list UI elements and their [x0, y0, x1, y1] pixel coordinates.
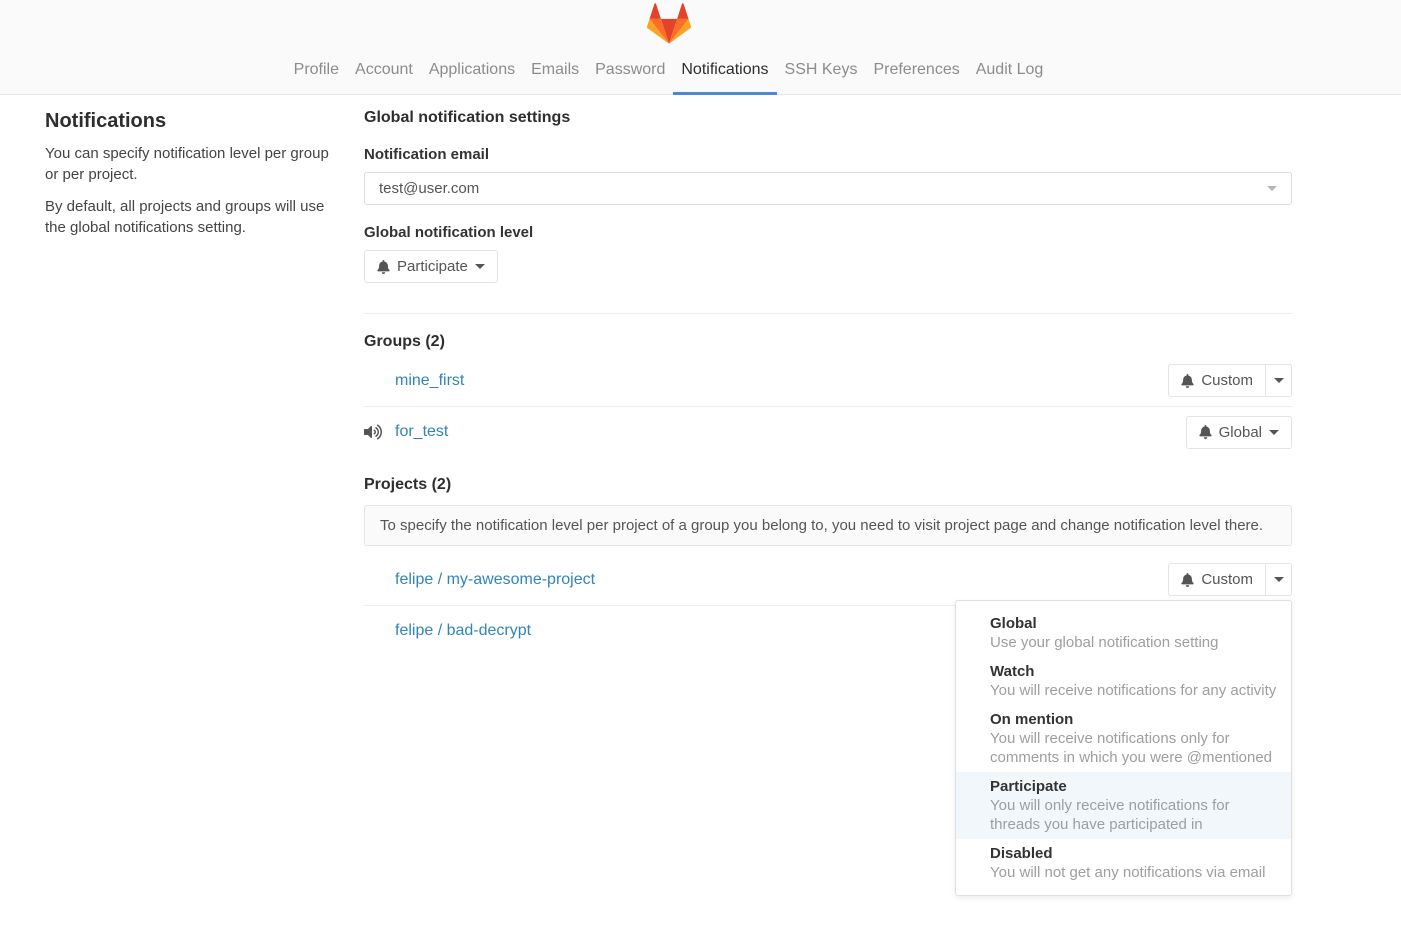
- group-mine-first-level-button[interactable]: Custom: [1168, 364, 1266, 397]
- project-my-awesome-project-level-button[interactable]: Custom: [1168, 563, 1266, 596]
- dropdown-item-disabled[interactable]: Disabled You will not get any notificati…: [956, 839, 1291, 887]
- project-my-awesome-project-level-caret-button[interactable]: [1265, 563, 1292, 596]
- bell-icon: [1199, 425, 1212, 439]
- page-title: Notifications: [45, 110, 330, 133]
- bell-icon: [1181, 374, 1194, 388]
- tab-account[interactable]: Account: [347, 48, 421, 95]
- dropdown-item-title: Participate: [990, 777, 1279, 796]
- global-notification-level-value: Participate: [397, 258, 468, 275]
- group-link-mine-first[interactable]: mine_first: [395, 372, 464, 390]
- tab-audit-log[interactable]: Audit Log: [968, 48, 1052, 95]
- project-row-my-awesome-project: felipe / my-awesome-project Custom Globa…: [364, 554, 1292, 605]
- chevron-down-icon: [1267, 186, 1277, 191]
- sidebar-description-1: You can specify notification level per g…: [45, 143, 330, 185]
- tab-emails[interactable]: Emails: [523, 48, 587, 95]
- tab-applications[interactable]: Applications: [421, 48, 523, 95]
- group-mine-first-level-caret-button[interactable]: [1265, 364, 1292, 397]
- projects-notice: To specify the notification level per pr…: [364, 505, 1292, 546]
- gitlab-logo-icon[interactable]: [647, 3, 691, 44]
- notification-level-label: Global notification level: [364, 224, 1292, 241]
- tab-preferences[interactable]: Preferences: [865, 48, 967, 95]
- dropdown-item-global[interactable]: Global Use your global notification sett…: [956, 609, 1291, 657]
- group-for-test-level-value: Global: [1219, 424, 1262, 441]
- global-notification-level-button[interactable]: Participate: [364, 250, 498, 283]
- groups-title: Groups (2): [364, 333, 1292, 351]
- project-link-bad-decrypt[interactable]: felipe / bad-decrypt: [395, 622, 531, 640]
- dropdown-item-description: You will not get any notifications via e…: [990, 863, 1279, 882]
- notification-email-select[interactable]: test@user.com: [364, 172, 1292, 205]
- sidebar-description-2: By default, all projects and groups will…: [45, 196, 330, 238]
- tab-profile[interactable]: Profile: [286, 48, 347, 95]
- section-divider: [364, 313, 1292, 314]
- caret-down-icon: [1269, 430, 1279, 435]
- page-header: Profile Account Applications Emails Pass…: [0, 0, 1401, 95]
- global-settings-title: Global notification settings: [364, 109, 1292, 127]
- project-link-my-awesome-project[interactable]: felipe / my-awesome-project: [395, 571, 595, 589]
- notification-level-dropdown: Global Use your global notification sett…: [955, 600, 1292, 896]
- dropdown-item-title: On mention: [990, 710, 1279, 729]
- dropdown-item-title: Disabled: [990, 844, 1279, 863]
- volume-up-icon: [364, 424, 395, 440]
- dropdown-item-title: Global: [990, 614, 1279, 633]
- dropdown-item-on-mention[interactable]: On mention You will receive notification…: [956, 705, 1291, 772]
- group-for-test-level-button[interactable]: Global: [1186, 416, 1292, 449]
- dropdown-item-participate[interactable]: Participate You will only receive notifi…: [956, 772, 1291, 839]
- bell-icon: [1181, 573, 1194, 587]
- tab-ssh-keys[interactable]: SSH Keys: [777, 48, 866, 95]
- dropdown-item-description: Use your global notification setting: [990, 633, 1279, 652]
- group-mine-first-level-value: Custom: [1201, 372, 1253, 389]
- caret-down-icon: [475, 264, 485, 269]
- notification-email-label: Notification email: [364, 146, 1292, 163]
- dropdown-item-description: You will receive notifications for any a…: [990, 681, 1279, 700]
- dropdown-item-description: You will only receive notifications for …: [990, 796, 1279, 834]
- tab-notifications[interactable]: Notifications: [673, 48, 776, 95]
- project-my-awesome-project-level-value: Custom: [1201, 571, 1253, 588]
- dropdown-item-watch[interactable]: Watch You will receive notifications for…: [956, 657, 1291, 705]
- tab-password[interactable]: Password: [587, 48, 673, 95]
- dropdown-item-description: You will receive notifications only for …: [990, 729, 1279, 767]
- sidebar: Notifications You can specify notificati…: [45, 95, 330, 656]
- group-link-for-test[interactable]: for_test: [395, 423, 448, 441]
- group-row-for-test: for_test Global: [364, 406, 1292, 457]
- projects-title: Projects (2): [364, 476, 1292, 494]
- bell-icon: [377, 260, 390, 274]
- caret-down-icon: [1274, 378, 1284, 383]
- group-row-mine-first: mine_first Custom: [364, 355, 1292, 406]
- caret-down-icon: [1274, 577, 1284, 582]
- dropdown-item-title: Watch: [990, 662, 1279, 681]
- profile-settings-nav: Profile Account Applications Emails Pass…: [45, 48, 1292, 95]
- notification-email-value: test@user.com: [379, 180, 479, 197]
